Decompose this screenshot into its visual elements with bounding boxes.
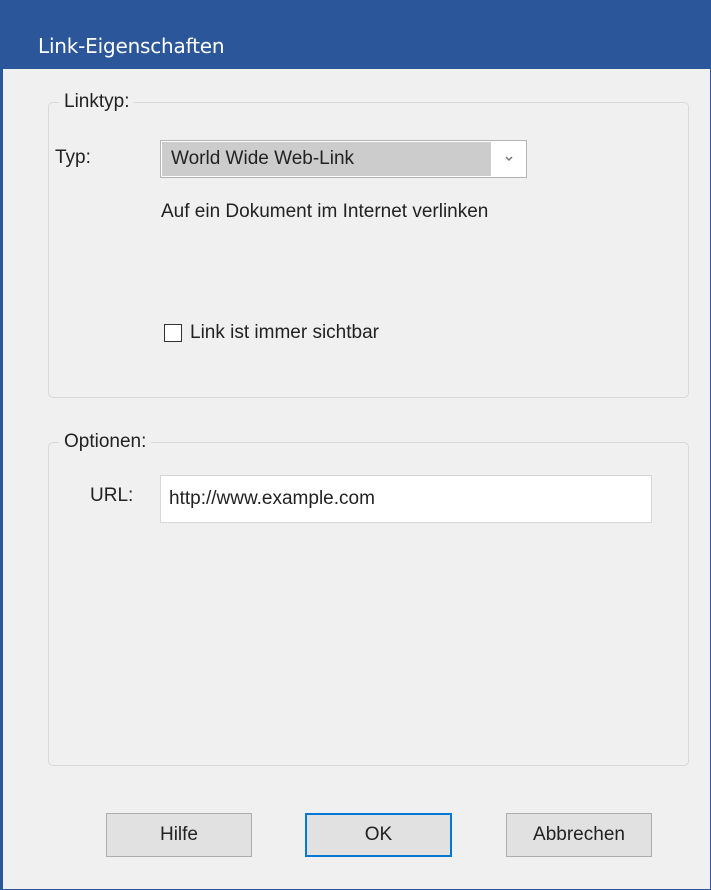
ok-button[interactable]: OK	[305, 813, 452, 857]
help-button[interactable]: Hilfe	[106, 813, 252, 857]
linktype-legend: Linktyp:	[59, 90, 135, 114]
chevron-down-icon[interactable]	[492, 141, 526, 177]
link-properties-dialog: Link-Eigenschaften Linktyp: Typ: World W…	[0, 0, 711, 890]
title-bar[interactable]: Link-Eigenschaften	[1, 1, 710, 69]
link-type-description: Auf ein Dokument im Internet verlinken	[161, 201, 489, 222]
always-visible-label[interactable]: Link ist immer sichtbar	[190, 321, 379, 345]
link-type-selected-value: World Wide Web-Link	[162, 142, 491, 176]
always-visible-checkbox[interactable]	[164, 324, 182, 342]
link-type-dropdown[interactable]: World Wide Web-Link	[160, 140, 527, 178]
cancel-button[interactable]: Abbrechen	[506, 813, 652, 857]
type-label: Typ:	[55, 147, 91, 168]
window-title: Link-Eigenschaften	[38, 34, 225, 58]
options-legend: Optionen:	[59, 430, 152, 454]
url-input[interactable]	[160, 475, 652, 523]
url-label: URL:	[90, 485, 134, 506]
window-border	[1, 69, 3, 889]
